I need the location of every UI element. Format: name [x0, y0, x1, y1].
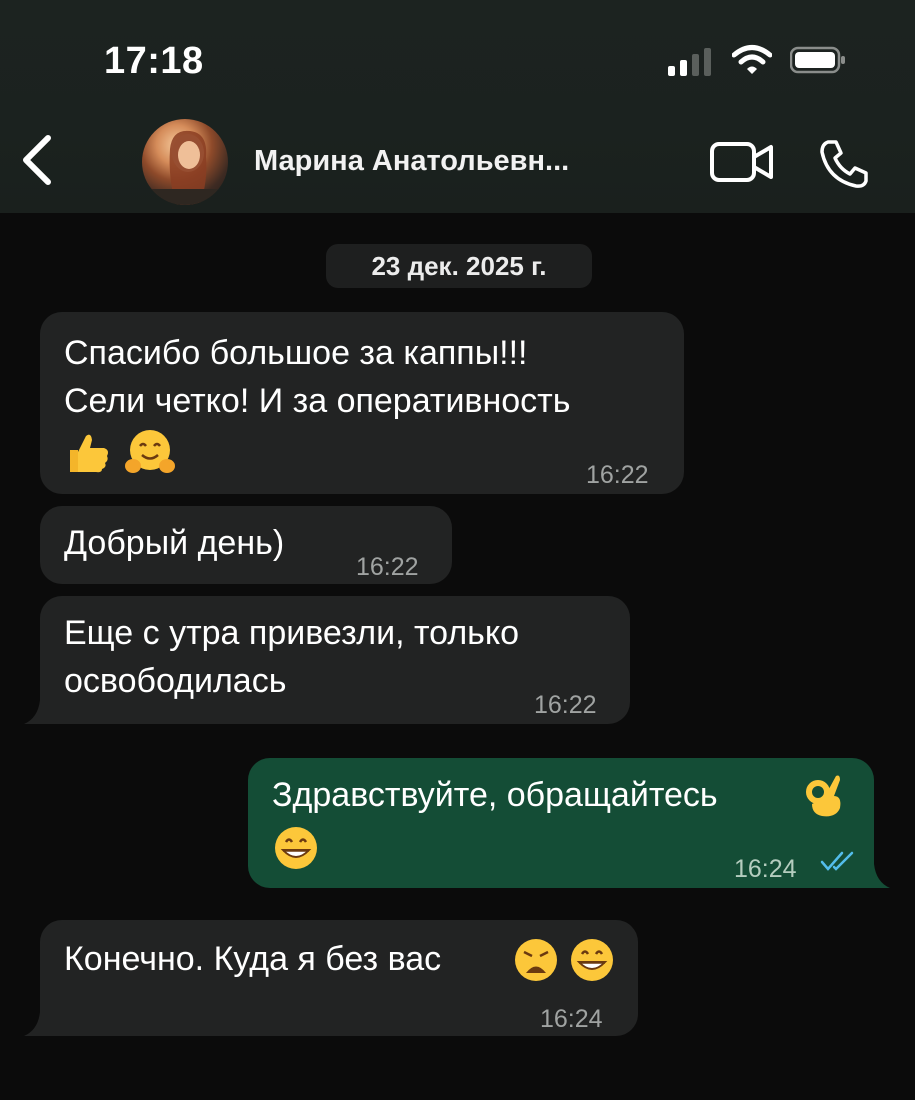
battery-icon — [790, 46, 845, 74]
message-text-line: Еще с утра привезли, только — [64, 614, 520, 652]
message-text-line: Сели четко! И за оперативность — [64, 382, 571, 420]
message-time: 16:22 — [356, 553, 419, 581]
contact-name[interactable]: Марина Анатольевн... — [254, 145, 569, 178]
video-call-icon[interactable] — [708, 138, 776, 186]
hugging-face-emoji-icon — [125, 430, 176, 473]
bubble-tail — [24, 700, 48, 724]
bubble-tail — [24, 1012, 48, 1036]
grinning-face-emoji-icon — [275, 827, 317, 869]
thumbs-up-emoji-icon — [70, 434, 108, 473]
message-bubble-incoming[interactable]: Еще с утра привезли, только освободилась… — [40, 596, 630, 724]
message-text-line: Здравствуйте, обращайтесь — [272, 776, 718, 814]
message-text-line: Добрый день) — [64, 524, 285, 562]
avatar[interactable] — [142, 119, 228, 205]
message-emojis — [64, 428, 176, 476]
message-text-line: освободилась — [64, 662, 287, 700]
weary-face-emoji-icon — [515, 939, 557, 981]
chat-screen: 17:18 Марина Анатольевн... 23 дек. 2025 … — [0, 0, 915, 1100]
wifi-icon — [732, 45, 772, 74]
message-bubble-outgoing[interactable]: Здравствуйте, обращайтесь 16:24 — [248, 758, 874, 888]
message-time: 16:24 — [734, 855, 797, 883]
grinning-face-emoji-icon — [571, 939, 613, 981]
message-bubble-incoming[interactable]: Спасибо большое за каппы!!! Сели четко! … — [40, 312, 684, 494]
message-time: 16:24 — [540, 1005, 603, 1033]
bubble-tail — [866, 864, 890, 888]
message-text-line: Конечно. Куда я без вас — [64, 940, 442, 978]
back-chevron-icon[interactable] — [14, 130, 64, 190]
message-bubble-incoming[interactable]: Добрый день) 16:22 — [40, 506, 452, 584]
ok-hand-emoji-icon — [806, 775, 841, 817]
phone-icon[interactable] — [816, 136, 872, 192]
chat-header: 17:18 Марина Анатольевн... — [0, 0, 915, 213]
date-separator: 23 дек. 2025 г. — [326, 244, 592, 288]
read-receipt-icon — [820, 851, 854, 871]
message-time: 16:22 — [534, 691, 597, 719]
message-time: 16:22 — [586, 461, 649, 489]
status-bar-time: 17:18 — [104, 40, 204, 82]
message-text-line: Спасибо большое за каппы!!! — [64, 334, 528, 372]
cellular-signal-icon — [668, 46, 716, 76]
message-bubble-incoming[interactable]: Конечно. Куда я без вас 16:24 — [40, 920, 638, 1036]
